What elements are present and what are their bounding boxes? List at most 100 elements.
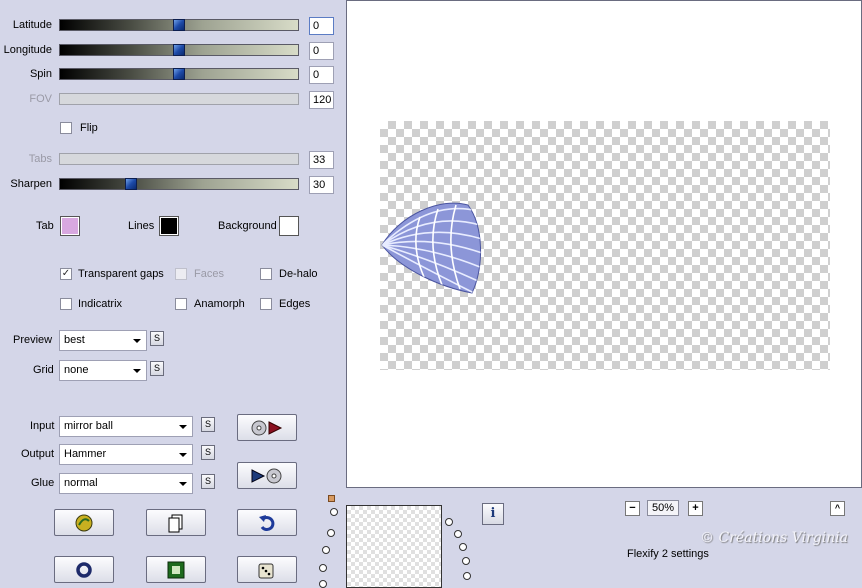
green-frame-icon bbox=[167, 561, 185, 578]
random-button[interactable] bbox=[237, 556, 297, 583]
preview-image bbox=[380, 121, 830, 370]
logo-button[interactable] bbox=[54, 509, 114, 536]
undo-button[interactable] bbox=[237, 509, 297, 536]
anamorph-label: Anamorph bbox=[194, 298, 245, 310]
ring-marker bbox=[319, 564, 327, 572]
ring-marker bbox=[327, 529, 335, 537]
ring-marker bbox=[462, 557, 470, 565]
latitude-label: Latitude bbox=[12, 19, 52, 31]
lines-color-swatch[interactable] bbox=[159, 216, 179, 236]
info-button[interactable]: i bbox=[482, 503, 504, 525]
tabs-label: Tabs bbox=[28, 153, 52, 165]
faces-label: Faces bbox=[194, 268, 224, 280]
background-color-label: Background bbox=[218, 220, 277, 232]
ring-button[interactable] bbox=[54, 556, 114, 583]
longitude-slider[interactable] bbox=[59, 44, 299, 56]
glue-value: normal bbox=[64, 477, 98, 489]
input-value: mirror ball bbox=[64, 420, 113, 432]
fov-field[interactable]: 120 bbox=[309, 91, 334, 109]
output-label: Output bbox=[21, 448, 55, 460]
faces-checkbox bbox=[175, 268, 187, 280]
frame-button[interactable] bbox=[146, 556, 206, 583]
swap-input-output-button[interactable] bbox=[237, 414, 297, 441]
navigator-thumbnail[interactable] bbox=[346, 505, 442, 588]
latitude-slider-thumb[interactable] bbox=[173, 19, 185, 31]
output-s-button[interactable]: S bbox=[201, 445, 215, 460]
spin-label: Spin bbox=[29, 68, 52, 80]
edges-checkbox[interactable] bbox=[260, 298, 272, 310]
lines-color-label: Lines bbox=[128, 220, 155, 232]
chevron-down-icon bbox=[179, 482, 187, 486]
background-color-swatch[interactable] bbox=[279, 216, 299, 236]
ring-marker bbox=[463, 572, 471, 580]
anamorph-checkbox[interactable] bbox=[175, 298, 187, 310]
thumbnail-handle[interactable] bbox=[328, 495, 335, 502]
tab-color-label: Tab bbox=[36, 220, 54, 232]
preview-s-button[interactable]: S bbox=[150, 331, 164, 346]
sharpen-field[interactable]: 30 bbox=[309, 176, 334, 194]
output-select[interactable]: Hammer bbox=[59, 444, 193, 465]
zoom-in-button[interactable]: + bbox=[688, 501, 703, 516]
spin-slider[interactable] bbox=[59, 68, 299, 80]
indicatrix-checkbox[interactable] bbox=[60, 298, 72, 310]
swap-output-input-button[interactable] bbox=[237, 462, 297, 489]
copy-button[interactable] bbox=[146, 509, 206, 536]
fov-label: FOV bbox=[29, 93, 52, 105]
ring-marker bbox=[459, 543, 467, 551]
longitude-slider-thumb[interactable] bbox=[173, 44, 185, 56]
input-select[interactable]: mirror ball bbox=[59, 416, 193, 437]
tabs-slider bbox=[59, 153, 299, 165]
ring-marker bbox=[445, 518, 453, 526]
grid-select[interactable]: none bbox=[59, 360, 147, 381]
de-halo-label: De-halo bbox=[279, 268, 318, 280]
watermark: © Créations Virginia bbox=[700, 530, 848, 546]
transparent-gaps-checkbox[interactable]: ✓ bbox=[60, 268, 72, 280]
fov-slider bbox=[59, 93, 299, 105]
input-label: Input bbox=[30, 420, 55, 432]
preview-canvas[interactable] bbox=[346, 0, 862, 488]
glue-s-button[interactable]: S bbox=[201, 474, 215, 489]
ring-marker bbox=[322, 546, 330, 554]
collapse-button[interactable]: ^ bbox=[830, 501, 845, 516]
ring-marker bbox=[319, 580, 327, 588]
tabs-field[interactable]: 33 bbox=[309, 151, 334, 169]
projected-shape bbox=[381, 202, 481, 294]
output-value: Hammer bbox=[64, 448, 107, 460]
chevron-down-icon bbox=[179, 425, 187, 429]
sharpen-label: Sharpen bbox=[10, 178, 52, 190]
input-s-button[interactable]: S bbox=[201, 417, 215, 432]
ring-marker bbox=[330, 508, 338, 516]
settings-label: Flexify 2 settings bbox=[627, 548, 709, 560]
ring-icon bbox=[76, 561, 92, 578]
latitude-field[interactable]: 0 bbox=[309, 17, 334, 35]
spin-field[interactable]: 0 bbox=[309, 66, 334, 84]
spin-slider-thumb[interactable] bbox=[173, 68, 185, 80]
play-disc-icon bbox=[251, 468, 282, 483]
transparent-gaps-label: Transparent gaps bbox=[78, 268, 164, 280]
sharpen-slider[interactable] bbox=[59, 178, 299, 190]
tab-color-swatch[interactable] bbox=[60, 216, 80, 236]
chevron-down-icon bbox=[179, 453, 187, 457]
latitude-slider[interactable] bbox=[59, 19, 299, 31]
glue-select[interactable]: normal bbox=[59, 473, 193, 494]
zoom-out-button[interactable]: − bbox=[625, 501, 640, 516]
disc-play-icon bbox=[251, 420, 283, 435]
preview-label: Preview bbox=[13, 334, 53, 346]
dice-icon bbox=[258, 563, 274, 578]
preview-select[interactable]: best bbox=[59, 330, 147, 351]
preview-value: best bbox=[64, 334, 85, 346]
undo-arrow-icon bbox=[259, 514, 275, 531]
longitude-field[interactable]: 0 bbox=[309, 42, 334, 60]
grid-s-button[interactable]: S bbox=[150, 361, 164, 376]
grid-value: none bbox=[64, 364, 89, 376]
flip-checkbox[interactable] bbox=[60, 122, 72, 134]
indicatrix-label: Indicatrix bbox=[78, 298, 123, 310]
flexify-logo-icon bbox=[75, 514, 93, 531]
zoom-level: 50% bbox=[647, 500, 679, 516]
de-halo-checkbox[interactable] bbox=[260, 268, 272, 280]
grid-label: Grid bbox=[33, 364, 54, 376]
longitude-label: Longitude bbox=[3, 44, 52, 56]
chevron-down-icon bbox=[133, 369, 141, 373]
flip-label: Flip bbox=[80, 122, 98, 134]
sharpen-slider-thumb[interactable] bbox=[125, 178, 138, 190]
